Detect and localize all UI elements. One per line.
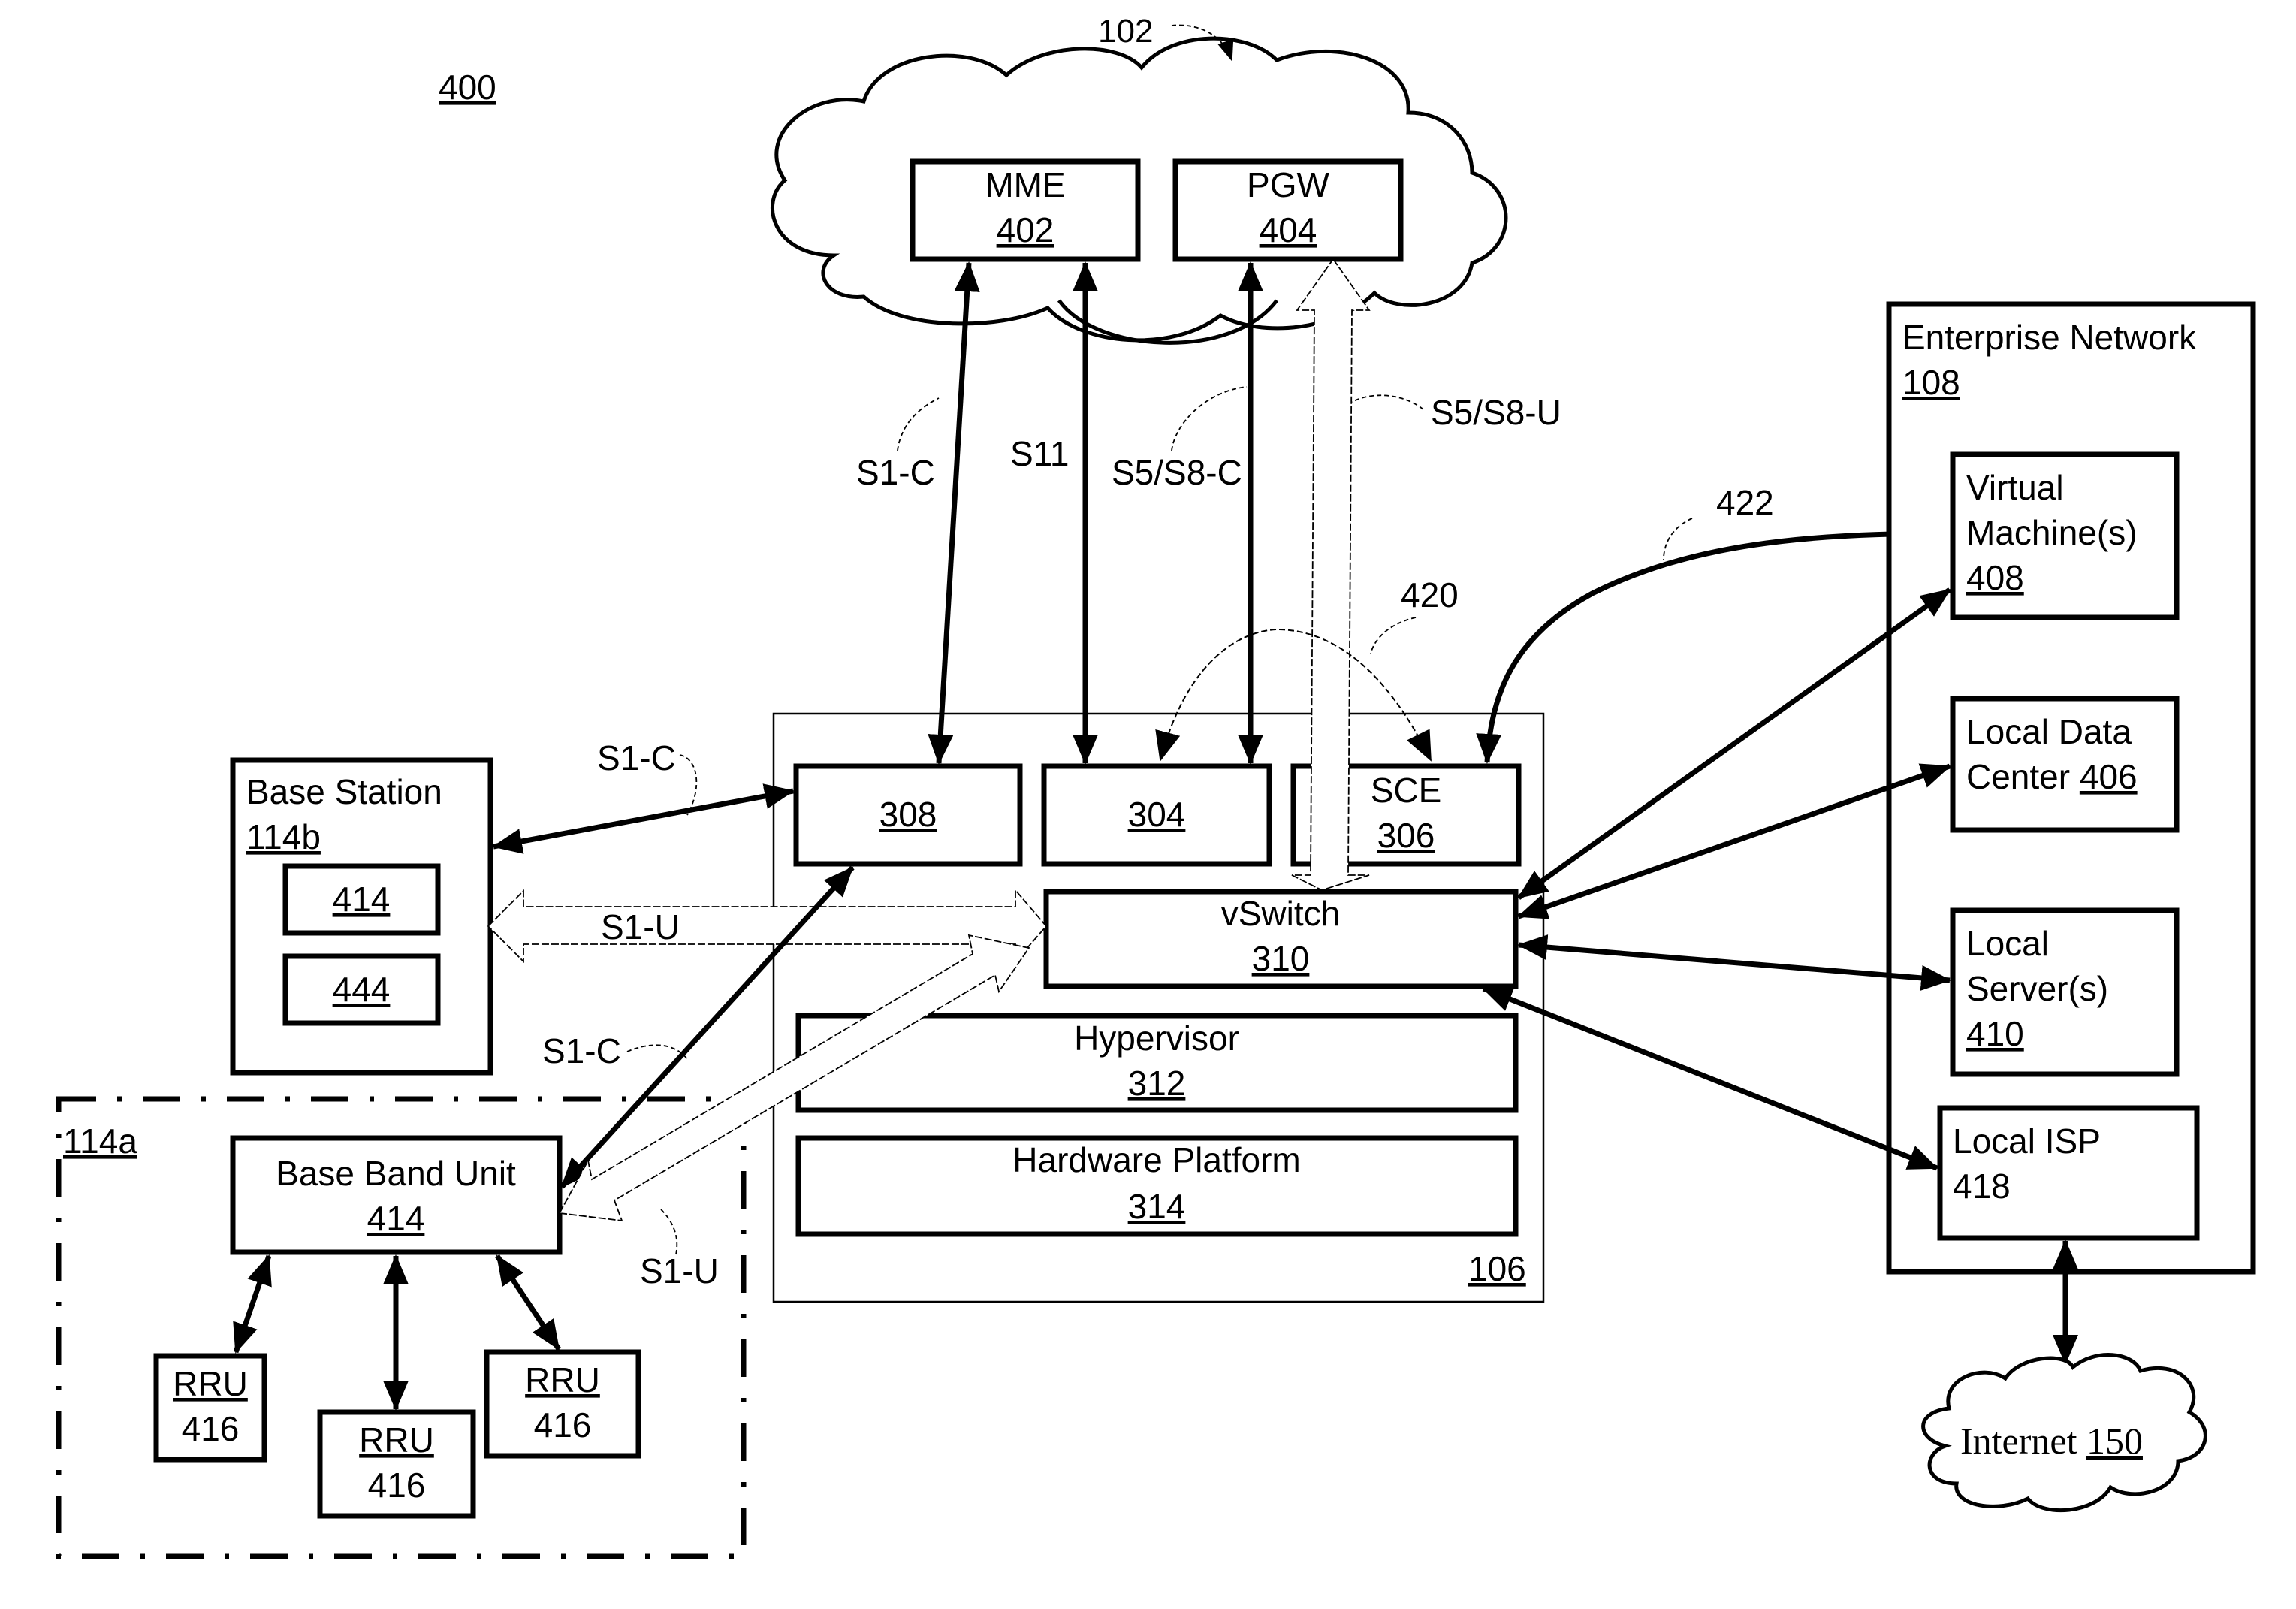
pgw-label: PGW (1247, 165, 1329, 204)
distributed-bs-ref: 114a (63, 1121, 137, 1161)
ldc-line2-text: Center (1966, 757, 2070, 796)
rru-middle-ref: 416 (368, 1466, 426, 1505)
flow-422-leader (1663, 518, 1693, 560)
hypervisor-ref: 312 (1128, 1064, 1186, 1103)
ldc-line1: Local Data (1966, 712, 2132, 751)
s5s8u-label: S5/S8-U (1431, 393, 1561, 432)
enterprise-ref: 108 (1902, 363, 1960, 402)
rru-middle-label: RRU (359, 1420, 434, 1460)
rru-right-ref: 416 (534, 1405, 592, 1444)
mme-node[interactable]: MME 402 (910, 158, 1141, 262)
s1c-bs-label: S1-C (597, 738, 676, 777)
rru-right[interactable]: RRU 416 (484, 1349, 641, 1459)
flow-420-arc (1155, 628, 1432, 762)
rru-right-label: RRU (525, 1360, 600, 1399)
inner-444-ref: 444 (333, 970, 391, 1009)
hardware-platform-layer[interactable]: Hardware Platform 314 (795, 1135, 1519, 1237)
flow-420-leader (1370, 617, 1417, 654)
rru-left-label: RRU (173, 1364, 248, 1403)
virtual-machines-node[interactable]: Virtual Machine(s) 408 (1950, 451, 2180, 620)
internet-ref: 150 (2086, 1420, 2143, 1462)
s1u-bbu-leader (660, 1209, 678, 1255)
vm-line1: Virtual (1966, 468, 2064, 507)
local-isp-node[interactable]: Local ISP 418 (1937, 1105, 2200, 1241)
node-308-ref: 308 (879, 795, 937, 834)
s1c-top-leader (897, 397, 940, 451)
sce-ref: 306 (1377, 816, 1435, 855)
vswitch-ls-arrow (1517, 934, 1951, 991)
isp-ref: 418 (1953, 1167, 2011, 1206)
ldc-ref: 406 (2080, 757, 2138, 796)
pgw-ref: 404 (1260, 210, 1317, 249)
pgw-node[interactable]: PGW 404 (1172, 158, 1404, 262)
bbu-rru-left-arrow (233, 1254, 272, 1354)
rru-left[interactable]: RRU 416 (153, 1353, 267, 1463)
rru-middle[interactable]: RRU 416 (317, 1409, 476, 1519)
isp-label: Local ISP (1953, 1121, 2101, 1161)
vswitch-vm-arrow (1516, 587, 1952, 900)
ls-line1: Local (1966, 924, 2049, 963)
vm-ref: 408 (1966, 558, 2024, 597)
ldc-line2: Center 406 (1966, 757, 2138, 796)
internet-cloud[interactable]: Internet 150 (1921, 1353, 2207, 1513)
hardware-label: Hardware Platform (1012, 1140, 1300, 1179)
node-304[interactable]: 304 (1041, 763, 1272, 867)
core-network-ref: 102 (1098, 13, 1153, 50)
flow-420-label: 420 (1401, 575, 1459, 614)
node-308[interactable]: 308 (793, 763, 1023, 867)
internet-label-text: Internet (1960, 1420, 2077, 1462)
node-304-ref: 304 (1128, 795, 1186, 834)
bbu-rru-right-arrow (495, 1254, 561, 1351)
base-station-label: Base Station (246, 772, 442, 811)
hypervisor-layer[interactable]: Hypervisor 312 (795, 1013, 1519, 1113)
edge-node-ref: 106 (1468, 1249, 1526, 1288)
mme-ref: 402 (997, 210, 1054, 249)
vswitch-isp-arrow (1482, 986, 1938, 1171)
s11-label: S11 (1010, 434, 1069, 473)
s5s8c-label: S5/S8-C (1112, 453, 1242, 492)
vswitch-ref: 310 (1252, 939, 1310, 978)
mme-label: MME (985, 165, 1065, 204)
inner-414-ref: 414 (333, 880, 391, 919)
bbu-label: Base Band Unit (276, 1154, 516, 1193)
base-station-ref: 114b (246, 817, 321, 856)
s1u-bbu-label: S1-U (640, 1251, 719, 1291)
vswitch-ldc-arrow (1517, 763, 1951, 919)
flow-422-curve (1476, 530, 1954, 764)
base-station-inner-414[interactable]: 414 (282, 863, 441, 936)
s1c-top-label: S1-C (856, 453, 935, 492)
sce-label: SCE (1371, 771, 1442, 810)
flow-422-label: 422 (1716, 483, 1774, 522)
base-station-inner-444[interactable]: 444 (282, 953, 441, 1026)
s1c-bs-arrow (492, 783, 795, 854)
hardware-ref: 314 (1128, 1187, 1186, 1226)
vm-line2: Machine(s) (1966, 513, 2138, 552)
internet-label: Internet 150 (1960, 1420, 2143, 1462)
ls-line2: Server(s) (1966, 969, 2108, 1008)
s1c-bbu-label: S1-C (542, 1031, 621, 1070)
local-servers-node[interactable]: Local Server(s) 410 (1950, 907, 2180, 1077)
figure-ref: 400 (439, 68, 496, 107)
hypervisor-label: Hypervisor (1074, 1019, 1239, 1058)
s1c-mme-arrow (928, 261, 980, 765)
network-diagram: 400 102 MME 402 PGW 404 106 308 304 SCE … (56, 13, 2256, 1559)
bbu-ref: 414 (367, 1199, 425, 1238)
vswitch-label: vSwitch (1221, 894, 1340, 933)
base-band-unit[interactable]: Base Band Unit 414 (230, 1135, 563, 1255)
s5s8c-leader (1171, 386, 1248, 451)
s1c-bs-leader (679, 754, 698, 816)
rru-left-ref: 416 (182, 1409, 240, 1448)
ls-ref: 410 (1966, 1014, 2024, 1053)
s1u-bs-label: S1-U (601, 907, 680, 946)
s5s8u-leader (1351, 394, 1424, 410)
vswitch-node[interactable]: vSwitch 310 (1043, 889, 1519, 989)
enterprise-label: Enterprise Network (1902, 318, 2197, 357)
s1u-bs-hollow-arrow (487, 888, 1048, 964)
local-data-center-node[interactable]: Local Data Center 406 (1950, 696, 2180, 833)
